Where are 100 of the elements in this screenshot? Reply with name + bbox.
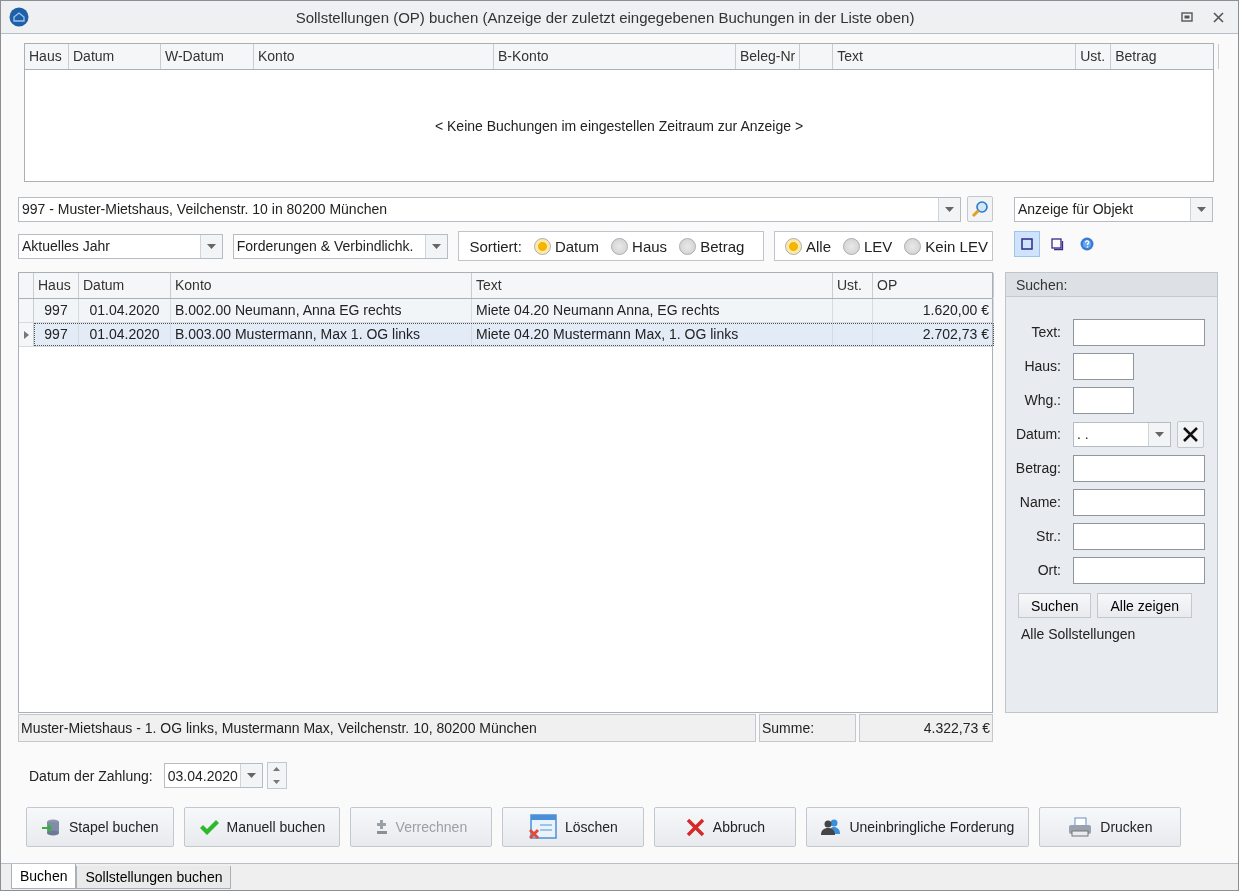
sum-label: Summe: — [759, 714, 856, 742]
stacked-squares-icon — [1050, 237, 1064, 251]
action-button[interactable]: Löschen — [502, 807, 645, 847]
table-cell: Miete 04.20 Mustermann Max, 1. OG links — [472, 323, 833, 346]
column-header: Beleg-Nr — [736, 44, 801, 69]
database-arrow-icon — [41, 818, 61, 836]
tab[interactable]: Buchen — [11, 864, 77, 889]
row-pointer-icon — [23, 330, 29, 339]
column-header: Datum — [69, 44, 161, 69]
column-header: Haus — [25, 44, 69, 69]
filter-radio[interactable]: LEV — [843, 237, 893, 255]
column-header: Datum — [79, 273, 171, 298]
field-label: Str.: — [1035, 528, 1062, 544]
tab[interactable]: Sollstellungen buchen — [76, 866, 232, 889]
caret-icon — [206, 243, 216, 249]
column-header: Text — [833, 44, 1077, 69]
grid-row[interactable]: 997 01.04.2020 B.003.00 Mustermann, Max 1. OG links Miete 04.20 Mustermann Max, 1. OG links 2.702,73 € — [19, 323, 992, 347]
close-icon — [1182, 425, 1199, 443]
column-header: Haus — [34, 273, 79, 298]
column-header: W-Datum — [161, 44, 254, 69]
table-cell: B.003.00 Mustermann, Max 1. OG links — [171, 323, 472, 346]
table-cell: 01.04.2020 — [79, 323, 171, 346]
search-field[interactable] — [1073, 318, 1205, 346]
column-header: Konto — [171, 273, 472, 298]
sort-label: Sortiert: — [469, 237, 522, 255]
view-button[interactable] — [1014, 231, 1040, 257]
table-cell: 1.620,00 € — [873, 299, 994, 322]
app-logo-icon — [9, 7, 29, 27]
search-status: Alle Sollstellungen — [1021, 626, 1136, 642]
type-dropdown[interactable]: Forderungen & Verbindlichk. — [232, 233, 449, 259]
field-label: Whg.: — [1023, 392, 1062, 408]
form-delete-icon — [528, 813, 557, 841]
field-label: Betrag: — [1014, 460, 1062, 476]
table-cell: 2.702,73 € — [873, 323, 994, 346]
search-field[interactable] — [1073, 556, 1205, 584]
up-arrow-icon — [273, 767, 281, 772]
field-label: Datum: — [1014, 426, 1062, 442]
status-text: Muster-Mietshaus - 1. OG links, Mustermann Max, Veilchenstr. 10, 80200 München — [18, 714, 756, 742]
search-field[interactable] — [1073, 386, 1134, 414]
search-field[interactable] — [1073, 454, 1205, 482]
action-button[interactable]: Manuell buchen — [183, 807, 341, 847]
clear-button[interactable] — [1177, 420, 1204, 448]
action-button[interactable]: Stapel buchen — [26, 807, 174, 847]
people-icon — [821, 819, 842, 835]
printer-icon — [1068, 817, 1093, 837]
search-button[interactable] — [967, 196, 993, 222]
caret-icon — [945, 206, 954, 212]
action-button[interactable]: Drucken — [1039, 807, 1182, 847]
column-header: Betrag — [1111, 44, 1220, 69]
panel-title: Suchen: — [1006, 273, 1217, 297]
payment-date-field[interactable]: 03.04.2020 — [163, 763, 263, 788]
view-dropdown[interactable]: Anzeige für Objekt — [1014, 196, 1213, 222]
search-field[interactable] — [1073, 352, 1134, 380]
plus-minus-icon — [375, 819, 388, 835]
panel-button[interactable]: Alle zeigen — [1097, 593, 1192, 618]
action-button[interactable]: Uneinbringliche Forderung — [806, 807, 1030, 847]
column-header: B-Konto — [494, 44, 736, 69]
sort-radio[interactable]: Haus — [611, 237, 668, 255]
down-arrow-icon — [273, 779, 281, 784]
field-label: Haus: — [1023, 358, 1062, 374]
table-cell: 01.04.2020 — [79, 299, 171, 322]
table-cell: B.002.00 Neumann, Anna EG rechts — [171, 299, 472, 322]
column-header: Ust. — [833, 273, 873, 298]
object-dropdown[interactable]: 997 - Muster-Mietshaus, Veilchenstr. 10 in 80200 München — [18, 196, 961, 222]
spin-button[interactable] — [266, 762, 287, 789]
table-cell: 997 — [34, 323, 79, 346]
field-label: Ort: — [1036, 562, 1062, 578]
empty-message: < Keine Buchungen im eingestellen Zeitraum zur Anzeige > — [434, 117, 804, 134]
column-header: Konto — [254, 44, 494, 69]
sum-value: 4.322,73 € — [859, 714, 993, 742]
table-cell: Miete 04.20 Neumann Anna, EG rechts — [472, 299, 833, 322]
caret-icon — [1197, 206, 1206, 212]
filter-radio[interactable]: Alle — [785, 237, 831, 255]
search-field[interactable] — [1073, 522, 1205, 550]
sort-radio[interactable]: Datum — [533, 237, 600, 255]
table-cell: 997 — [34, 299, 79, 322]
date-field[interactable]: . . — [1073, 421, 1171, 447]
close-icon[interactable] — [1213, 11, 1224, 23]
field-label: Text: — [1030, 324, 1062, 340]
help-icon — [1080, 237, 1094, 251]
filter-radio[interactable]: Kein LEV — [904, 237, 988, 255]
payment-date-label: Datum der Zahlung: — [29, 767, 153, 784]
grid-row[interactable]: 997 01.04.2020 B.002.00 Neumann, Anna EG rechts Miete 04.20 Neumann Anna, EG rechts 1.620,00 € — [19, 299, 992, 323]
window-title: Sollstellungen (OP) buchen (Anzeige der zuletzt eingegebenen Buchungen in der Liste oben) — [294, 8, 916, 26]
caret-icon — [432, 243, 442, 249]
search-field[interactable] — [1073, 488, 1205, 516]
column-header: OP — [873, 273, 994, 298]
square-icon — [1021, 238, 1033, 250]
period-dropdown[interactable]: Aktuelles Jahr — [18, 233, 223, 259]
checkmark-icon — [198, 819, 219, 835]
action-button[interactable]: Abbruch — [654, 807, 797, 847]
caret-icon — [1155, 431, 1164, 437]
search-icon — [971, 200, 989, 218]
close-icon — [685, 817, 705, 837]
panel-button[interactable]: Suchen — [1018, 593, 1092, 618]
column-header: Ust. — [1076, 44, 1112, 69]
column-header: Text — [472, 273, 833, 298]
sort-radio[interactable]: Betrag — [679, 237, 745, 255]
restore-icon[interactable] — [1181, 12, 1193, 22]
caret-icon — [246, 773, 256, 778]
